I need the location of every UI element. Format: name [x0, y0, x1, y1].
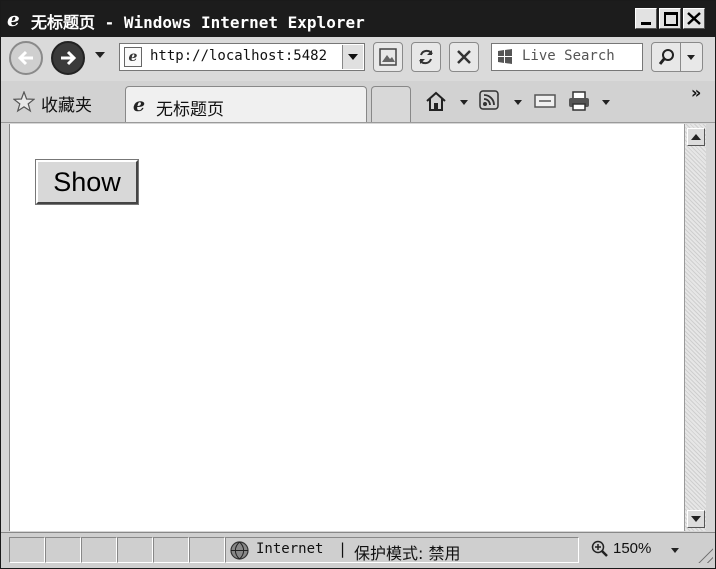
favorites-button[interactable]: 收藏夹 [41, 91, 92, 116]
search-button[interactable] [651, 42, 681, 72]
search-box[interactable]: Live Search [491, 43, 643, 71]
tab-label: 无标题页 [156, 100, 224, 120]
search-options-dropdown[interactable] [681, 42, 703, 72]
status-pane [45, 537, 81, 563]
close-button[interactable] [683, 8, 705, 29]
tab-and-command-bar: 收藏夹 e 无标题页 » [1, 81, 715, 123]
ie-icon: e [7, 7, 20, 31]
compatibility-view-icon [379, 48, 397, 66]
rss-icon[interactable] [479, 90, 499, 110]
zone-label: Internet [256, 541, 324, 557]
status-pane [153, 537, 189, 563]
status-pane [189, 537, 225, 563]
star-icon[interactable] [13, 91, 35, 113]
refresh-button[interactable] [411, 42, 441, 72]
forward-arrow-icon [61, 50, 77, 66]
recent-pages-dropdown[interactable] [95, 52, 105, 58]
home-icon[interactable] [425, 90, 447, 112]
address-input[interactable]: http://localhost:5482 [150, 48, 336, 64]
toolbar-overflow-chevron[interactable]: » [691, 83, 701, 102]
browser-window: e 无标题页 - Windows Internet Explorer e htt… [0, 0, 716, 569]
page-icon: e [124, 47, 142, 67]
resize-grip[interactable] [695, 545, 713, 563]
feeds-dropdown[interactable] [514, 100, 522, 105]
stop-icon [457, 50, 471, 64]
compatibility-view-button[interactable] [373, 42, 403, 72]
page-content: Show [9, 124, 684, 531]
print-dropdown[interactable] [602, 100, 610, 105]
title-bar: e 无标题页 - Windows Internet Explorer [1, 1, 715, 37]
zone-separator: | [340, 540, 346, 558]
status-pane [81, 537, 117, 563]
search-input[interactable]: Live Search [522, 48, 615, 64]
minimize-button[interactable] [635, 8, 657, 29]
security-zone[interactable]: Internet | 保护模式: 禁用 [225, 537, 579, 563]
maximize-button[interactable] [659, 8, 681, 29]
print-icon[interactable] [567, 90, 591, 112]
refresh-icon [419, 49, 433, 65]
live-search-logo-icon [498, 49, 512, 64]
forward-button[interactable] [51, 41, 85, 75]
status-pane [9, 537, 45, 563]
window-title: 无标题页 - Windows Internet Explorer [31, 13, 365, 32]
back-button[interactable] [9, 41, 43, 75]
stop-button[interactable] [449, 42, 479, 72]
tab-active[interactable]: e 无标题页 [125, 86, 367, 122]
scroll-up-button[interactable] [687, 128, 705, 146]
address-dropdown[interactable] [342, 45, 363, 69]
status-pane [117, 537, 153, 563]
show-button[interactable]: Show [35, 159, 139, 205]
protected-mode-status: 保护模式: 禁用 [354, 544, 461, 563]
status-bar: Internet | 保护模式: 禁用 150% [1, 532, 715, 568]
search-icon [658, 49, 674, 65]
globe-icon [230, 541, 249, 560]
mail-icon[interactable] [534, 94, 556, 108]
address-bar[interactable]: e http://localhost:5482 [119, 43, 365, 71]
scroll-down-button[interactable] [687, 510, 705, 528]
new-tab-button[interactable] [371, 86, 411, 122]
ie-page-icon: e [133, 94, 146, 116]
navigation-bar: e http://localhost:5482 Live Search [1, 37, 715, 81]
zoom-dropdown[interactable] [671, 548, 679, 553]
close-icon [687, 12, 701, 25]
zoom-control[interactable]: 150% [585, 537, 685, 563]
home-dropdown[interactable] [460, 100, 468, 105]
zoom-icon [591, 540, 608, 557]
vertical-scrollbar[interactable] [684, 124, 706, 531]
back-arrow-icon [17, 50, 33, 66]
zoom-level: 150% [613, 540, 652, 557]
